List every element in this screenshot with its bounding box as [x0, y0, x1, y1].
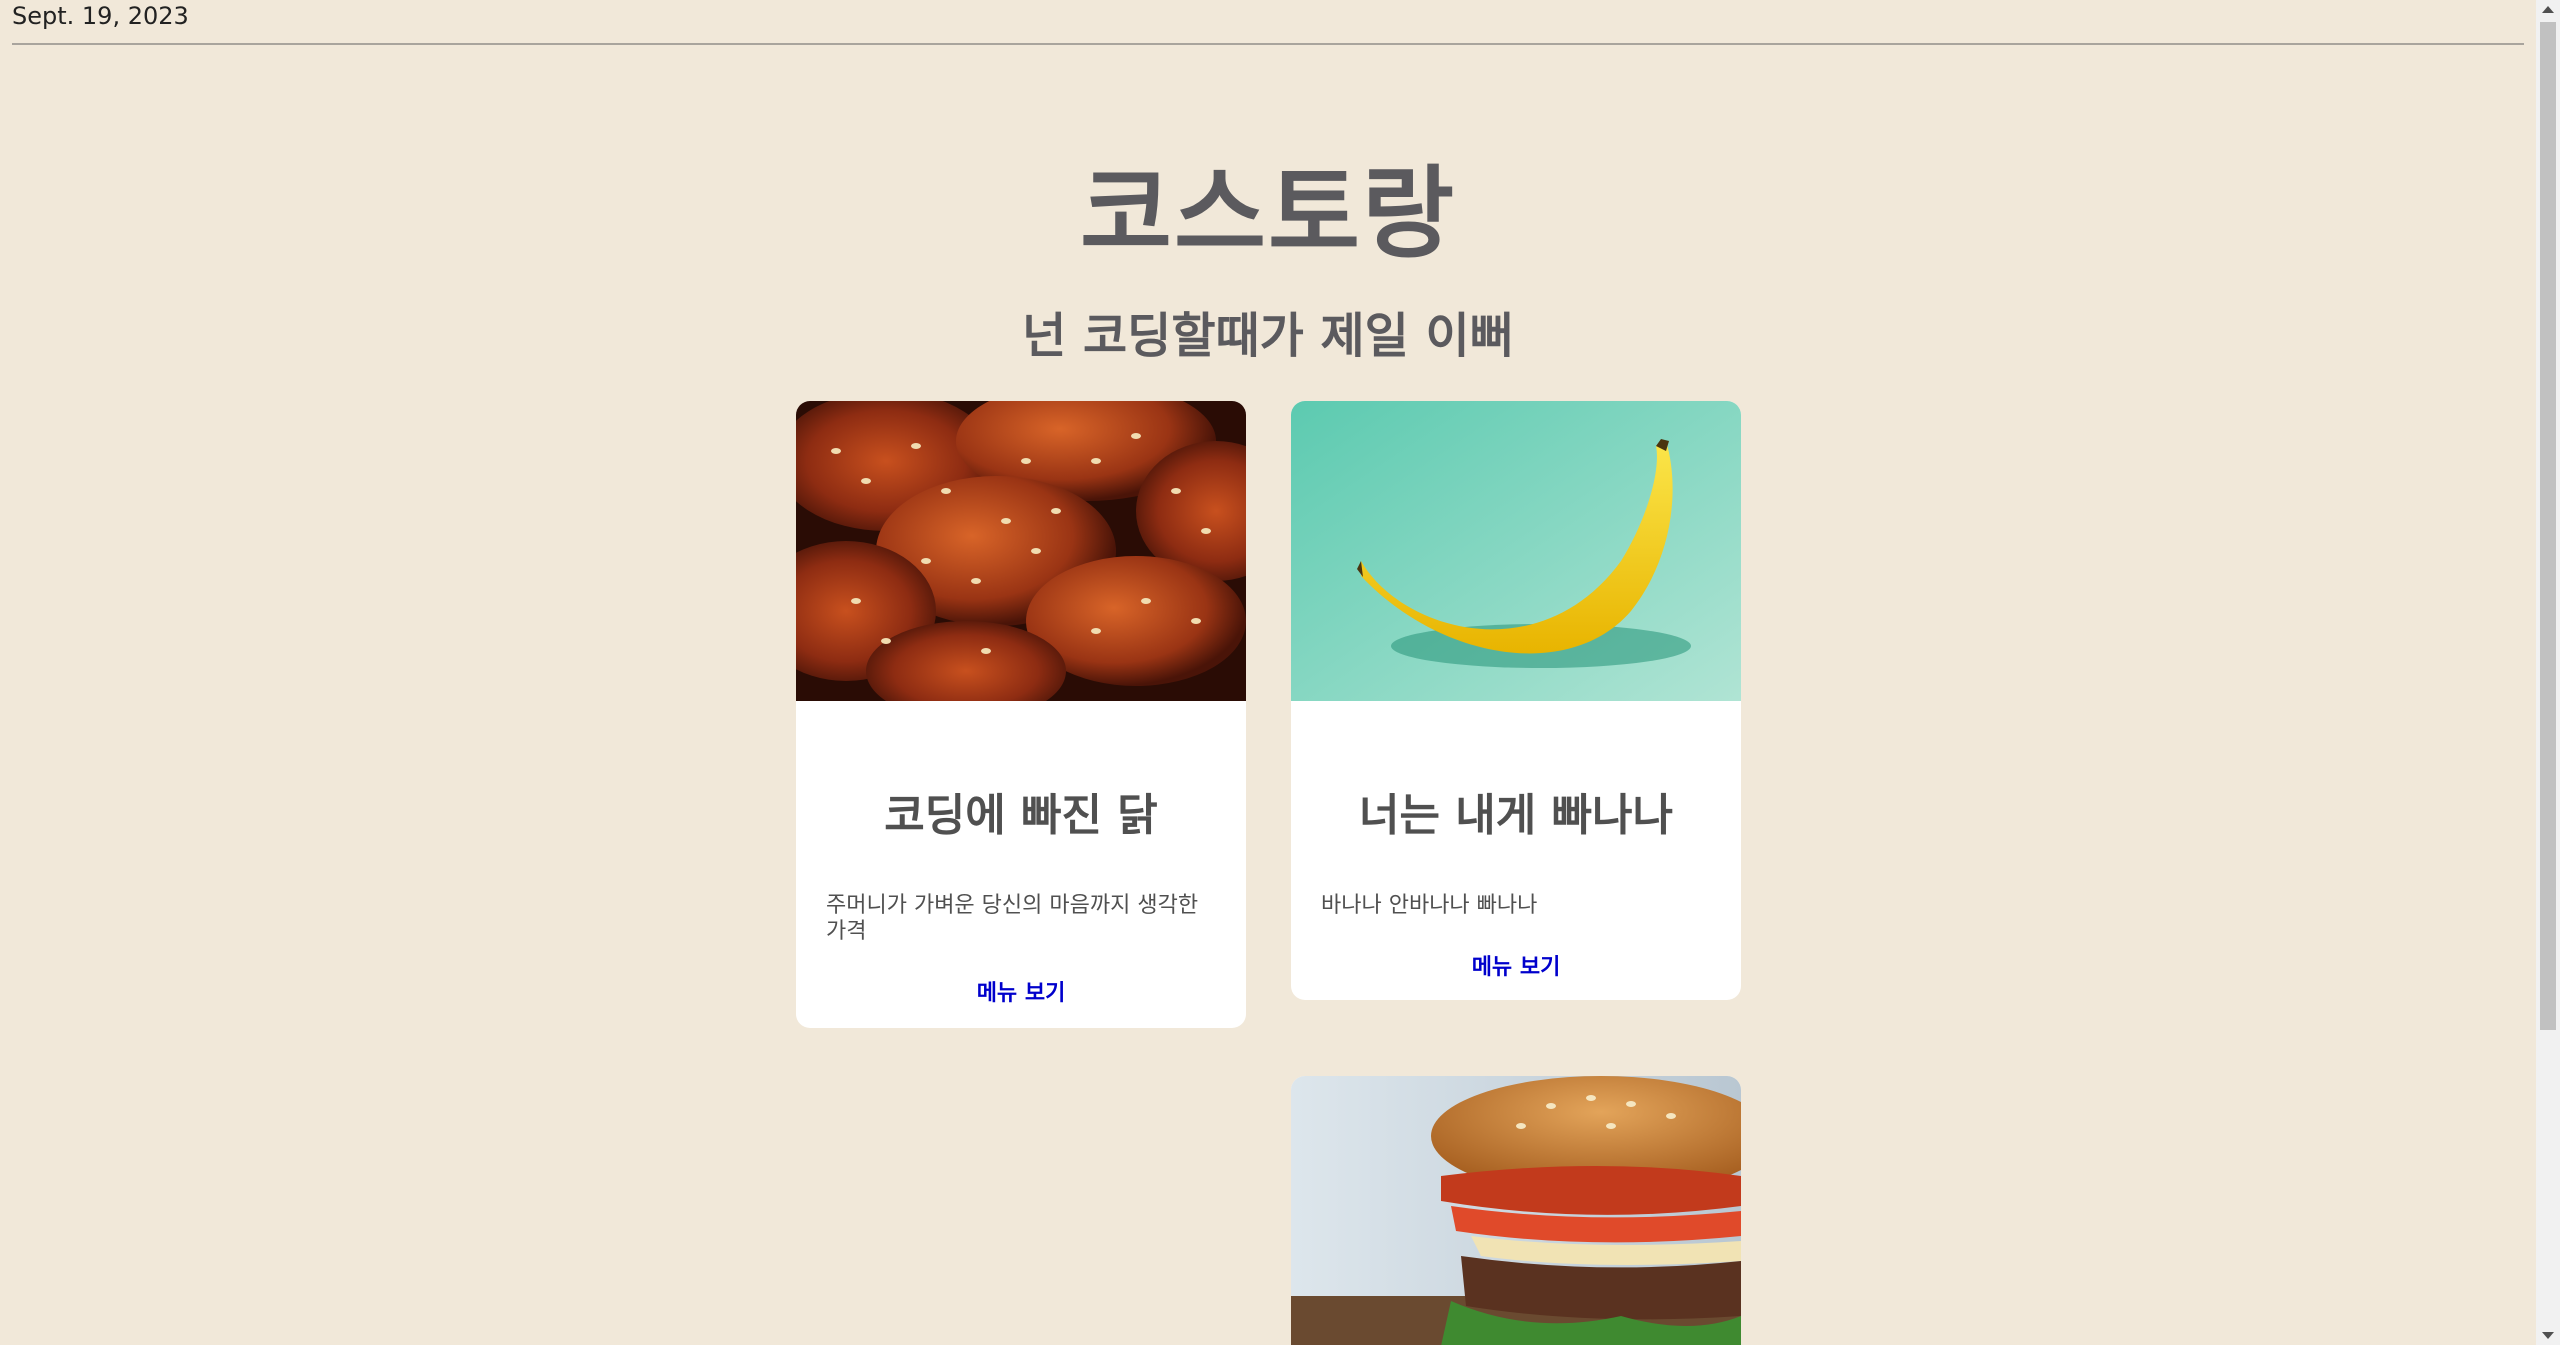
card-title: 너는 내게 빠나나: [1359, 790, 1673, 841]
date-text: Sept. 19, 2023: [12, 2, 189, 30]
view-menu-link[interactable]: 메뉴 보기: [796, 975, 1246, 1007]
vertical-scrollbar[interactable]: [2536, 0, 2560, 1345]
burger-image: [1291, 1076, 1741, 1345]
page: Sept. 19, 2023 코스토랑 넌 코딩할때가 제일 이뻐 코딩에 빠진…: [0, 0, 2560, 1345]
site-subtitle: 넌 코딩할때가 제일 이뻐: [1022, 308, 1514, 364]
menu-card-banana: 너는 내게 빠나나 바나나 안바나나 빠나나 메뉴 보기: [1291, 401, 1741, 1000]
banana-image: [1291, 401, 1741, 701]
menu-card-chicken: 코딩에 빠진 닭 주머니가 가벼운 당신의 마음까지 생각한 가격 메뉴 보기: [796, 401, 1246, 1028]
fried-chicken-image: [796, 401, 1246, 701]
header-divider: [12, 43, 2524, 45]
site-title: 코스토랑: [1080, 155, 1456, 272]
menu-card-burger: [1291, 1076, 1741, 1345]
scroll-down-arrow-icon[interactable]: [2542, 1332, 2554, 1339]
view-menu-link[interactable]: 메뉴 보기: [1291, 949, 1741, 981]
scroll-up-arrow-icon[interactable]: [2542, 6, 2554, 13]
card-title: 코딩에 빠진 닭: [884, 790, 1158, 841]
card-description: 주머니가 가벼운 당신의 마음까지 생각한 가격: [826, 893, 1199, 944]
scrollbar-thumb[interactable]: [2540, 22, 2556, 1030]
card-description: 바나나 안바나나 빠나나: [1321, 893, 1538, 918]
